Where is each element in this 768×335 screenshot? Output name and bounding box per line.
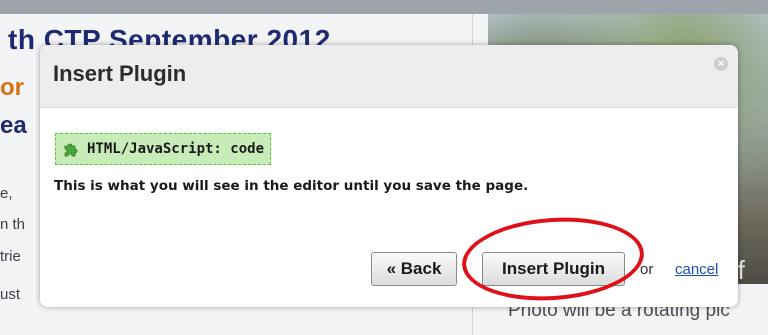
background-heading-orange: or (0, 74, 24, 101)
dialog-title: Insert Plugin (53, 61, 187, 86)
plugin-placeholder[interactable]: HTML/JavaScript: code (55, 133, 272, 165)
back-button[interactable]: « Back (371, 252, 457, 286)
insert-plugin-button[interactable]: Insert Plugin (482, 252, 625, 286)
top-strip (0, 0, 768, 14)
plugin-label: HTML/JavaScript: code (87, 141, 265, 157)
close-icon[interactable]: × (714, 57, 728, 71)
or-text: or (640, 261, 654, 278)
insert-plugin-dialog: Insert Plugin × HTML/JavaScript: code Th… (40, 45, 738, 307)
info-text: This is what you will see in the editor … (54, 178, 529, 194)
background-text-line: n th (0, 216, 26, 233)
background-text-line: trie (0, 248, 21, 265)
background-text-line: ust (0, 286, 21, 303)
puzzle-piece-icon (64, 143, 78, 157)
cancel-link[interactable]: cancel (675, 261, 718, 278)
dialog-header: Insert Plugin × (40, 45, 738, 108)
background-text-line: e, (0, 185, 13, 202)
background-heading-blue: ea (0, 112, 27, 139)
